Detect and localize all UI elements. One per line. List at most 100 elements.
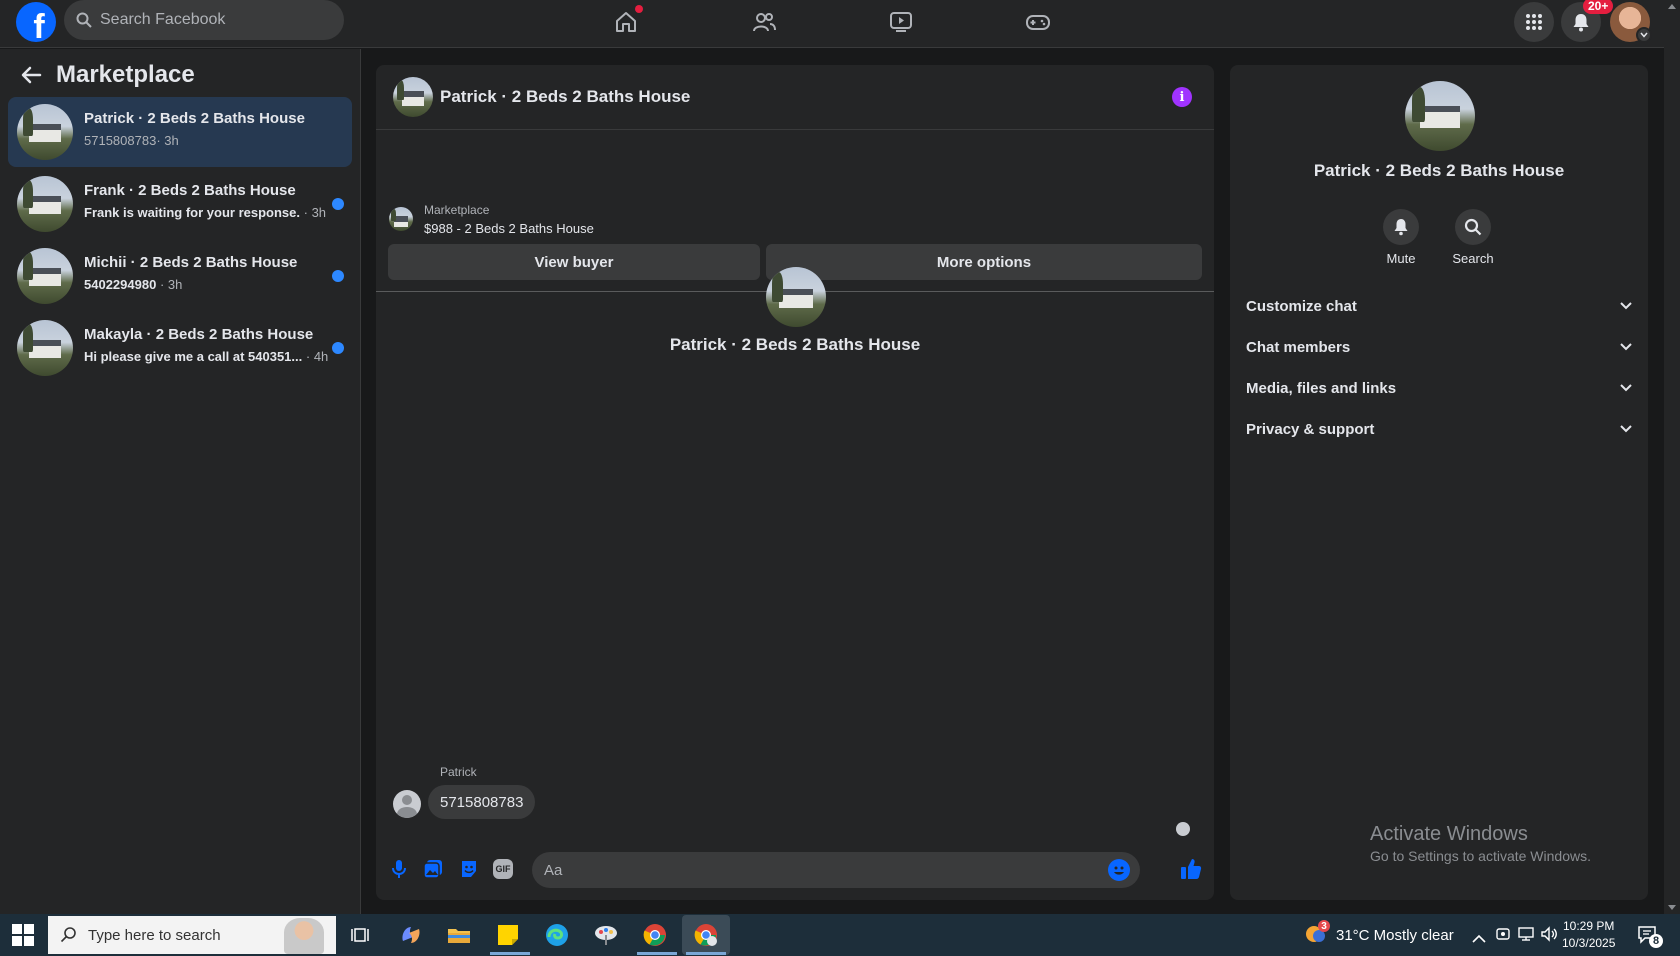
- sticker-icon[interactable]: [458, 858, 480, 880]
- notifications-button[interactable]: 20+: [1561, 0, 1614, 42]
- listing-mini-thumbnail: [389, 207, 413, 231]
- grid-icon: [1526, 14, 1542, 30]
- listing-thumbnail: [17, 248, 73, 304]
- emoji-icon[interactable]: [1108, 859, 1130, 881]
- mute-button[interactable]: Mute: [1371, 209, 1431, 266]
- system-clock[interactable]: 10:29 PM 10/3/2025: [1562, 918, 1615, 952]
- weather-text[interactable]: 31°C Mostly clear: [1336, 927, 1454, 944]
- search-facebook-input[interactable]: Search Facebook: [64, 0, 344, 40]
- message-input-placeholder: Aa: [544, 861, 563, 879]
- meet-now-icon[interactable]: [1495, 926, 1511, 946]
- clock-time: 10:29 PM: [1563, 919, 1615, 933]
- bell-icon: [1383, 209, 1419, 245]
- scroll-down-icon[interactable]: [1668, 905, 1676, 910]
- conversation-preview: Frank is waiting for your response. · 3h: [84, 205, 326, 220]
- conversation-item[interactable]: Michii · 2 Beds 2 Baths House 5402294980…: [8, 241, 352, 311]
- watermark-title: Activate Windows: [1370, 823, 1528, 845]
- chat-details-panel: Patrick · 2 Beds 2 Baths House Mute Sear…: [1230, 65, 1648, 900]
- gif-icon[interactable]: GIF: [492, 858, 514, 880]
- details-name: Patrick · 2 Beds 2 Baths House: [1313, 161, 1565, 180]
- section-label: Media, files and links: [1246, 379, 1397, 397]
- listing-source: Marketplace: [424, 203, 490, 217]
- friends-icon[interactable]: [750, 8, 778, 36]
- conversation-name: Makayla · 2 Beds 2 Baths House: [84, 326, 314, 343]
- network-icon[interactable]: [1518, 926, 1536, 946]
- message-input[interactable]: Aa: [532, 852, 1140, 888]
- volume-icon[interactable]: [1541, 926, 1559, 946]
- home-notification-dot: [635, 5, 643, 13]
- chevron-down-icon: [1620, 384, 1632, 392]
- details-avatar: [1405, 81, 1475, 151]
- info-icon[interactable]: i: [1172, 87, 1192, 107]
- page-title: Marketplace: [56, 61, 195, 88]
- sticky-notes-icon[interactable]: [494, 921, 522, 949]
- customize-chat-section[interactable]: Customize chat: [1246, 286, 1632, 326]
- search-label: Search: [1452, 251, 1494, 266]
- windows-start-icon[interactable]: [12, 924, 34, 946]
- search-in-conversation-button[interactable]: Search: [1443, 209, 1503, 266]
- chat-title[interactable]: Patrick · 2 Beds 2 Baths House: [440, 87, 690, 107]
- listing-thumbnail: [17, 104, 73, 160]
- back-arrow-icon[interactable]: [20, 64, 42, 86]
- more-options-button[interactable]: More options: [766, 244, 1202, 280]
- conversation-title: Patrick · 2 Beds 2 Baths House: [669, 335, 921, 354]
- sender-name: Patrick: [440, 765, 477, 779]
- taskbar-search-box[interactable]: Type here to search: [48, 916, 336, 954]
- chevron-up-icon[interactable]: [1472, 930, 1486, 947]
- account-chevron-icon[interactable]: [1636, 27, 1652, 43]
- chrome-profile-icon[interactable]: [682, 915, 730, 955]
- preview-text: Frank is waiting for your response.: [84, 205, 300, 220]
- scroll-up-icon[interactable]: [1668, 4, 1676, 9]
- active-app-indicator: [686, 952, 726, 955]
- listing-thumbnail: [17, 176, 73, 232]
- conversation-item[interactable]: Patrick · 2 Beds 2 Baths House 571580878…: [8, 97, 352, 167]
- microphone-icon[interactable]: [388, 858, 410, 880]
- chat-header: Patrick · 2 Beds 2 Baths House i: [376, 65, 1214, 130]
- unread-dot: [332, 270, 344, 282]
- view-buyer-button[interactable]: View buyer: [388, 244, 760, 280]
- copilot-icon[interactable]: [397, 921, 425, 949]
- conversation-name: Frank · 2 Beds 2 Baths House: [84, 182, 296, 199]
- conversation-name: Patrick · 2 Beds 2 Baths House: [84, 110, 305, 127]
- menu-grid-button[interactable]: [1514, 2, 1554, 42]
- search-icon: [1455, 209, 1491, 245]
- task-view-icon[interactable]: [348, 921, 376, 949]
- video-icon[interactable]: [887, 8, 915, 36]
- preview-text: Hi please give me a call at 540351...: [84, 349, 303, 364]
- conversation-preview: 5715808783· 3h: [84, 133, 179, 148]
- privacy-support-section[interactable]: Privacy & support: [1246, 409, 1632, 449]
- search-highlight-image: [284, 918, 324, 954]
- edge-browser-icon[interactable]: [543, 921, 571, 949]
- home-icon[interactable]: [612, 5, 643, 36]
- preview-time: · 3h: [159, 277, 183, 292]
- facebook-logo[interactable]: f: [16, 2, 56, 42]
- chat-avatar[interactable]: [393, 77, 433, 117]
- listing-price[interactable]: $988 - 2 Beds 2 Baths House: [424, 221, 594, 236]
- seen-indicator: [1176, 822, 1190, 836]
- listing-thumbnail: [17, 320, 73, 376]
- unread-dot: [332, 342, 344, 354]
- chevron-down-icon: [1620, 343, 1632, 351]
- message-bubble[interactable]: 5715808783: [428, 785, 536, 819]
- photo-icon[interactable]: [422, 858, 444, 880]
- chat-members-section[interactable]: Chat members: [1246, 327, 1632, 367]
- section-label: Privacy & support: [1246, 420, 1375, 438]
- conversation-item[interactable]: Frank · 2 Beds 2 Baths House Frank is wa…: [8, 169, 352, 239]
- like-thumb-icon[interactable]: [1178, 856, 1204, 882]
- paint-app-icon[interactable]: [592, 921, 620, 949]
- preview-time: · 3h: [156, 133, 179, 148]
- chevron-down-icon: [1620, 302, 1632, 310]
- conversation-item[interactable]: Makayla · 2 Beds 2 Baths House Hi please…: [8, 313, 352, 383]
- chat-window: Patrick · 2 Beds 2 Baths House i Marketp…: [376, 65, 1214, 900]
- file-explorer-icon[interactable]: [445, 921, 473, 949]
- page-scrollbar[interactable]: [1664, 0, 1680, 914]
- chrome-icon[interactable]: [641, 921, 669, 949]
- preview-time: · 3h: [303, 205, 327, 220]
- top-navigation-bar: f Search Facebook 20+: [0, 0, 1664, 48]
- screen: f Search Facebook 20+ Marketplace Patric…: [0, 0, 1680, 956]
- notification-badge: 20+: [1583, 0, 1614, 14]
- active-app-indicator: [637, 952, 677, 955]
- watermark-subtitle: Go to Settings to activate Windows.: [1370, 848, 1591, 864]
- media-files-links-section[interactable]: Media, files and links: [1246, 368, 1632, 408]
- gaming-icon[interactable]: [1024, 8, 1052, 36]
